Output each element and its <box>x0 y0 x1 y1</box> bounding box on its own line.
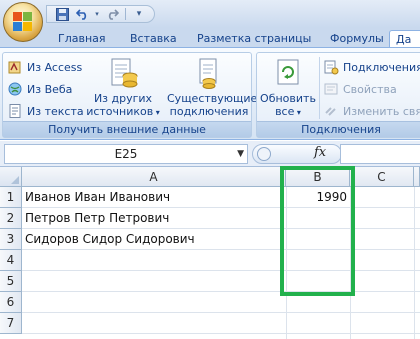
office-button[interactable] <box>3 2 43 42</box>
redo-button[interactable] <box>103 6 121 22</box>
insert-function-button[interactable]: fx <box>314 145 326 160</box>
from-access-label: Из Access <box>27 60 83 74</box>
formula-bar: E25 ▼ fx <box>0 141 420 167</box>
formula-controls <box>252 144 342 164</box>
other-sources-button[interactable]: Из других источников ▾ <box>83 57 163 119</box>
row-header[interactable]: 7 <box>0 313 22 334</box>
external-data-group: Из Access Из Веба Из текста Из других ис… <box>2 52 258 138</box>
from-text-label: Из текста <box>27 104 84 118</box>
table-row[interactable] <box>22 313 420 334</box>
cell-c2[interactable] <box>350 208 420 229</box>
connections-icon <box>323 59 339 75</box>
edit-links-button[interactable]: Изменить связ <box>323 101 420 121</box>
existing-connections-icon <box>194 57 224 89</box>
refresh-icon <box>273 57 303 89</box>
properties-icon <box>323 81 339 97</box>
cell-c3[interactable] <box>350 229 420 250</box>
expand-formula-icon[interactable] <box>257 147 271 161</box>
from-web-button[interactable]: Из Веба <box>7 79 72 99</box>
table-row[interactable] <box>22 250 420 271</box>
from-access-button[interactable]: Из Access <box>7 57 82 77</box>
row-header[interactable]: 3 <box>0 229 22 250</box>
refresh-all-label-2: все ▾ <box>275 105 301 118</box>
refresh-all-button[interactable]: Обновить все ▾ <box>259 57 317 119</box>
chevron-down-icon: ▾ <box>153 108 160 117</box>
name-box-dropdown-icon[interactable]: ▼ <box>237 145 244 163</box>
row-header[interactable]: 6 <box>0 292 22 313</box>
properties-button[interactable]: Свойства <box>323 79 397 99</box>
existing-connections-label-1: Существующие <box>167 92 258 105</box>
tab-page-layout[interactable]: Разметка страницы <box>191 30 317 48</box>
name-box[interactable]: E25 ▼ <box>4 144 248 164</box>
undo-icon <box>75 9 86 20</box>
save-icon <box>55 7 69 21</box>
connections-label: Подключения <box>343 60 420 74</box>
cell-b3[interactable] <box>286 229 350 250</box>
tab-insert[interactable]: Вставка <box>124 30 183 48</box>
refresh-all-label-1: Обновить <box>260 92 316 105</box>
other-sources-label-1: Из других <box>93 92 153 105</box>
from-web-label: Из Веба <box>27 82 73 96</box>
connections-button[interactable]: Подключения <box>323 57 420 77</box>
other-sources-label-2: источников ▾ <box>86 105 160 118</box>
formula-input[interactable] <box>340 144 420 164</box>
cell-c1[interactable] <box>350 187 420 208</box>
row-header[interactable]: 4 <box>0 250 22 271</box>
cell-a2[interactable]: Петров Петр Петрович <box>22 208 286 229</box>
table-row[interactable] <box>22 292 420 313</box>
tab-data[interactable]: Да <box>389 30 420 48</box>
access-icon <box>7 59 23 75</box>
row-header[interactable]: 5 <box>0 271 22 292</box>
text-file-icon <box>7 103 23 119</box>
ribbon-tabs: Главная Вставка Разметка страницы Формул… <box>0 28 420 48</box>
edit-links-icon <box>323 103 339 119</box>
undo-button[interactable] <box>73 6 91 22</box>
cell-a1[interactable]: Иванов Иван Иванович <box>22 187 286 208</box>
edit-links-label: Изменить связ <box>343 104 420 118</box>
from-text-button[interactable]: Из текста <box>7 101 84 121</box>
existing-connections-button[interactable]: Существующие подключения <box>167 57 258 118</box>
spreadsheet-grid: A B C 1 2 3 4 5 6 7 Иванов Иван Иванович… <box>0 167 420 339</box>
customize-qat-icon[interactable]: ▾ <box>130 6 148 22</box>
cell-b2[interactable] <box>286 208 350 229</box>
tab-formulas[interactable]: Формулы <box>324 30 390 48</box>
tab-home[interactable]: Главная <box>52 30 112 48</box>
cell-b1[interactable]: 1990 <box>286 187 350 208</box>
undo-dropdown-icon[interactable]: ▾ <box>93 6 101 22</box>
table-row[interactable] <box>22 271 420 292</box>
column-header-c[interactable]: C <box>350 167 414 187</box>
cell-a3[interactable]: Сидоров Сидор Сидорович <box>22 229 286 250</box>
select-all-button[interactable] <box>0 167 22 187</box>
qat-separator <box>125 8 126 20</box>
office-logo-icon <box>13 12 33 32</box>
existing-connections-label-2: подключения <box>169 105 249 118</box>
quick-access-toolbar: ▾ ▾ <box>46 5 155 23</box>
row-header[interactable]: 1 <box>0 187 22 208</box>
row-header[interactable]: 2 <box>0 208 22 229</box>
external-data-group-label: Получить внешние данные <box>3 121 251 137</box>
redo-icon <box>108 9 119 20</box>
other-sources-icon <box>108 57 138 89</box>
chevron-down-icon: ▾ <box>294 108 301 117</box>
web-icon <box>7 81 23 97</box>
group-divider <box>319 57 320 119</box>
connections-group-label: Подключения <box>257 121 420 137</box>
ribbon: Из Access Из Веба Из текста Из других ис… <box>0 47 420 140</box>
column-header-d[interactable] <box>414 167 420 187</box>
connections-group: Обновить все ▾ Подключения Свойства Изме… <box>256 52 420 138</box>
save-button[interactable] <box>53 6 71 22</box>
name-box-value: E25 <box>114 147 138 161</box>
column-header-a[interactable]: A <box>22 167 286 187</box>
properties-label: Свойства <box>343 82 397 96</box>
column-header-b[interactable]: B <box>286 167 350 187</box>
